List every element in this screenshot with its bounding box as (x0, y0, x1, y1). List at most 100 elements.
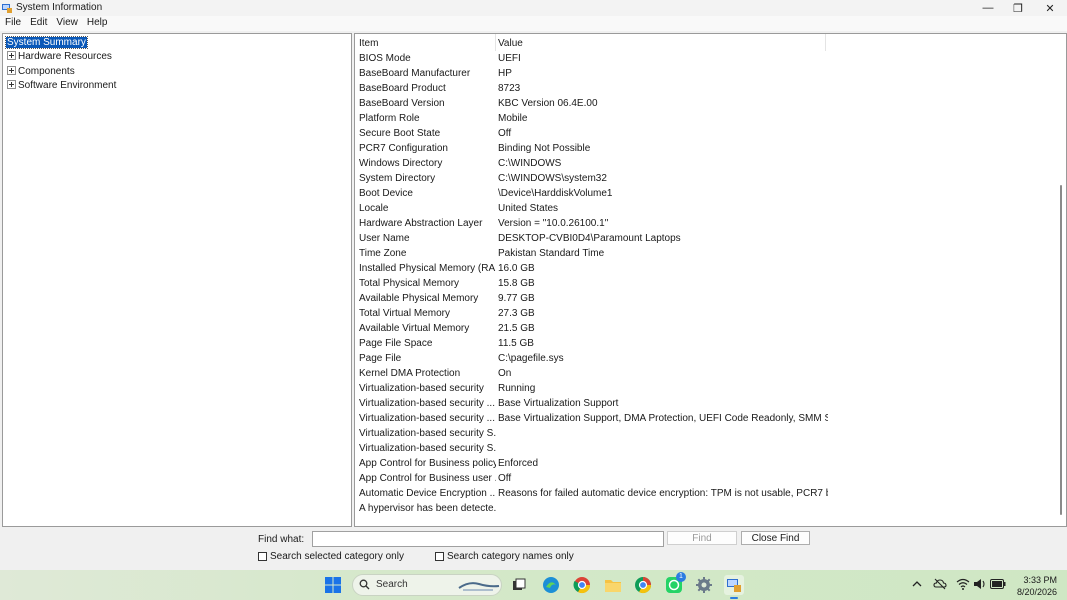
menu-file[interactable]: File (5, 16, 21, 31)
system-info-app-icon (2, 4, 12, 13)
table-row[interactable]: Page File Space 11.5 GB (355, 338, 1055, 353)
chevron-up-icon[interactable] (912, 580, 922, 588)
volume-icon[interactable] (973, 578, 987, 590)
row-item-name: Hardware Abstraction Layer (359, 218, 483, 229)
expand-plus-icon[interactable] (7, 66, 16, 75)
menu-view[interactable]: View (56, 16, 78, 31)
row-item-name: Secure Boot State (359, 128, 441, 139)
search-category-names-option[interactable]: Search category names only (435, 551, 574, 562)
table-row[interactable]: Kernel DMA Protection On (355, 368, 1055, 383)
table-row[interactable]: System Directory C:\WINDOWS\system32 (355, 173, 1055, 188)
table-row[interactable]: BaseBoard Manufacturer HP (355, 68, 1055, 83)
table-row[interactable]: BaseBoard Product 8723 (355, 83, 1055, 98)
table-row[interactable]: App Control for Business policy Enforced (355, 458, 1055, 473)
table-row[interactable]: Virtualization-based security ... Base Vi… (355, 413, 1055, 428)
column-header-value[interactable]: Value (498, 38, 523, 49)
table-row[interactable]: App Control for Business user ... Off (355, 473, 1055, 488)
find-what-input[interactable] (312, 531, 664, 547)
row-item-value: DESKTOP-CVBI0D4\Paramount Laptops (498, 233, 681, 244)
row-item-name: App Control for Business policy (359, 458, 496, 469)
clock-date: 8/20/2026 (1016, 587, 1057, 597)
start-windows-icon[interactable] (323, 575, 343, 595)
table-row[interactable]: Time Zone Pakistan Standard Time (355, 248, 1055, 263)
task-view-icon[interactable] (509, 575, 529, 595)
tree-item-software-environment[interactable]: Software Environment (7, 79, 116, 92)
table-row[interactable]: BaseBoard Version KBC Version 06.4E.00 (355, 98, 1055, 113)
scrollbar-thumb[interactable] (1060, 185, 1062, 515)
minimize-button[interactable]: — (972, 0, 1004, 16)
close-find-button[interactable]: Close Find (741, 531, 810, 545)
row-item-value: C:\WINDOWS\system32 (498, 173, 607, 184)
find-button[interactable]: Find (667, 531, 737, 545)
table-row[interactable]: Page File C:\pagefile.sys (355, 353, 1055, 368)
table-row[interactable]: Total Virtual Memory 27.3 GB (355, 308, 1055, 323)
table-row[interactable]: Installed Physical Memory (RA... 16.0 GB (355, 263, 1055, 278)
row-item-value: UEFI (498, 53, 521, 64)
table-row[interactable]: Locale United States (355, 203, 1055, 218)
search-selected-category-checkbox[interactable] (258, 552, 267, 561)
row-item-value: Off (498, 128, 512, 139)
expand-plus-icon[interactable] (7, 51, 16, 60)
row-item-name: Total Virtual Memory (359, 308, 450, 319)
row-item-value: 11.5 GB (498, 338, 534, 349)
battery-icon[interactable] (990, 579, 1006, 589)
tree-item-hardware-resources[interactable]: Hardware Resources (7, 50, 112, 63)
file-explorer-icon[interactable] (603, 575, 623, 595)
system-information-taskbar-icon[interactable] (724, 575, 744, 595)
cloud-sync-off-icon[interactable] (933, 577, 947, 591)
table-row[interactable]: Boot Device \Device\HarddiskVolume1 (355, 188, 1055, 203)
chrome-browser-icon[interactable] (572, 575, 592, 595)
row-item-name: Virtualization-based security S... (359, 428, 496, 439)
row-item-value: C:\WINDOWS (498, 158, 562, 169)
wifi-icon[interactable] (956, 578, 970, 590)
table-row[interactable]: Hardware Abstraction Layer Version = "10.… (355, 218, 1055, 233)
table-row[interactable]: Virtualization-based security S... (355, 428, 1055, 443)
search-category-names-checkbox[interactable] (435, 552, 444, 561)
table-row[interactable]: User Name DESKTOP-CVBI0D4\Paramount Lapto… (355, 233, 1055, 248)
taskbar-clock[interactable]: 3:33 PM 8/20/2026 (1017, 574, 1057, 598)
column-divider[interactable] (825, 34, 826, 51)
table-row[interactable]: Secure Boot State Off (355, 128, 1055, 143)
search-selected-category-option[interactable]: Search selected category only (258, 551, 404, 562)
row-item-name: Time Zone (359, 248, 407, 259)
row-item-value: 27.3 GB (498, 308, 535, 319)
menu-help[interactable]: Help (87, 16, 108, 31)
close-button[interactable]: ✕ (1034, 0, 1066, 16)
find-what-label: Find what: (258, 534, 305, 545)
row-item-value: Off (498, 473, 512, 484)
row-item-name: BaseBoard Manufacturer (359, 68, 471, 79)
table-row[interactable]: Windows Directory C:\WINDOWS (355, 158, 1055, 173)
row-item-value: Running (498, 383, 536, 394)
category-tree: System Summary Hardware Resources Compon… (2, 33, 352, 527)
table-row[interactable]: Automatic Device Encryption ... Reasons f… (355, 488, 1055, 503)
edge-browser-icon[interactable] (541, 575, 561, 595)
tree-item-system-summary[interactable]: System Summary (5, 36, 88, 49)
table-row[interactable]: A hypervisor has been detecte... (355, 503, 1055, 518)
vertical-scrollbar[interactable] (1057, 34, 1066, 526)
row-item-name: Boot Device (359, 188, 413, 199)
row-item-value: Binding Not Possible (498, 143, 591, 154)
column-divider[interactable] (495, 34, 496, 51)
row-item-name: System Directory (359, 173, 436, 184)
search-highlight-image-icon (458, 582, 500, 591)
table-row[interactable]: Total Physical Memory 15.8 GB (355, 278, 1055, 293)
table-row[interactable]: BIOS Mode UEFI (355, 53, 1055, 68)
table-row[interactable]: Available Physical Memory 9.77 GB (355, 293, 1055, 308)
tree-item-label: System Summary (5, 36, 88, 49)
menu-edit[interactable]: Edit (30, 16, 47, 31)
row-item-value: United States (498, 203, 559, 214)
table-row[interactable]: Virtualization-based security Running (355, 383, 1055, 398)
taskbar-search-label: Search (376, 579, 408, 590)
column-header-item[interactable]: Item (359, 38, 378, 49)
settings-gear-icon[interactable] (694, 575, 714, 595)
chrome-profile-icon[interactable] (633, 575, 653, 595)
maximize-button[interactable]: ❐ (1002, 0, 1034, 16)
table-row[interactable]: PCR7 Configuration Binding Not Possible (355, 143, 1055, 158)
table-row[interactable]: Available Virtual Memory 21.5 GB (355, 323, 1055, 338)
tree-item-components[interactable]: Components (7, 65, 75, 78)
table-row[interactable]: Platform Role Mobile (355, 113, 1055, 128)
checkbox-label: Search category names only (447, 551, 574, 562)
table-row[interactable]: Virtualization-based security ... Base Vi… (355, 398, 1055, 413)
expand-plus-icon[interactable] (7, 80, 16, 89)
table-row[interactable]: Virtualization-based security S... (355, 443, 1055, 458)
